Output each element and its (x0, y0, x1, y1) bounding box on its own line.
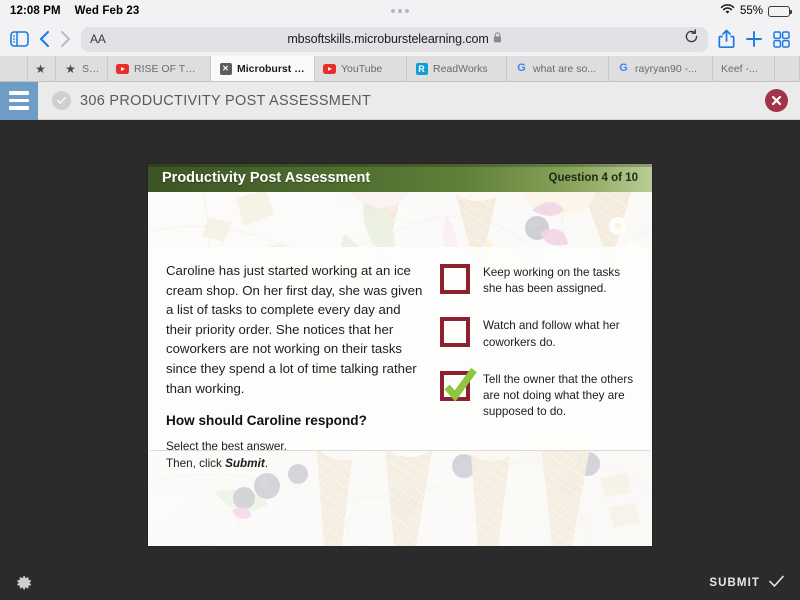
tab-item-search[interactable]: G what are so... (507, 56, 609, 81)
status-time: 12:08 PM (10, 5, 61, 17)
gear-icon[interactable] (16, 574, 33, 591)
battery-percent: 55% (739, 5, 763, 17)
chevron-right-icon (60, 30, 71, 48)
readworks-icon: R (415, 62, 428, 75)
tab-item-microburst[interactable]: ✕ Microburst L... (211, 56, 315, 81)
tab-overview-icon[interactable] (773, 30, 790, 48)
status-date: Wed Feb 23 (74, 5, 140, 17)
question-column: Caroline has just started working at an … (166, 261, 434, 470)
course-stage: Productivity Post Assessment Question 4 … (0, 120, 800, 561)
microburst-icon: ✕ (219, 62, 232, 75)
browser-toolbar: AA mbsoftskills.microburstelearning.com (0, 22, 800, 56)
tab-item[interactable]: ★ (28, 56, 56, 81)
answer-option-1[interactable]: Keep working on the tasks she has been a… (440, 264, 634, 297)
tab-item[interactable]: ★ Star (56, 56, 108, 81)
tab-label: Microburst L... (237, 62, 306, 75)
slide-header: Productivity Post Assessment Question 4 … (148, 164, 652, 192)
google-icon: G (619, 62, 628, 74)
tab-bar: ★ ★ Star RISE OF THE... ✕ Microburst L..… (0, 56, 800, 82)
slide-title: Productivity Post Assessment (162, 170, 371, 186)
page-title: 306 PRODUCTIVITY POST ASSESSMENT (80, 92, 372, 109)
google-icon: G (517, 62, 526, 74)
tab-label: Star (82, 62, 99, 75)
reload-icon[interactable] (684, 29, 699, 49)
tab-item-readworks[interactable]: R ReadWorks (407, 56, 507, 81)
tab-item-rise-of-the[interactable]: RISE OF THE... (108, 56, 211, 81)
answer-option-2[interactable]: Watch and follow what her coworkers do. (440, 317, 634, 350)
address-bar[interactable]: AA mbsoftskills.microburstelearning.com (81, 26, 708, 52)
instruction-prefix: Then, click (166, 456, 226, 470)
share-icon[interactable] (718, 29, 735, 49)
tab-label: rayryan90 -... (635, 62, 697, 75)
question-prompt: How should Caroline respond? (166, 413, 367, 429)
question-body: Caroline has just started working at an … (166, 263, 423, 396)
question-card: Caroline has just started working at an … (150, 247, 650, 470)
tab-item[interactable] (775, 56, 800, 81)
answer-option-label: Watch and follow what her coworkers do. (483, 319, 620, 349)
chevron-left-icon[interactable] (39, 30, 50, 48)
tab-item-keef[interactable]: Keef -... (713, 56, 775, 81)
sidebar-icon[interactable] (10, 31, 29, 47)
player-bottom-bar: SUBMIT (0, 561, 800, 600)
star-icon: ★ (35, 61, 46, 76)
battery-icon (768, 5, 792, 17)
plus-icon[interactable] (745, 30, 763, 48)
address-bar-content: mbsoftskills.microburstelearning.com (81, 30, 708, 48)
instruction-suffix: . (264, 456, 268, 470)
status-right-cluster: 55% (720, 4, 792, 18)
instruction-line-1: Select the best answer. (166, 440, 287, 454)
checkmark-icon (769, 575, 784, 591)
hamburger-menu-icon[interactable] (0, 81, 38, 120)
answer-option-label: Keep working on the tasks she has been a… (483, 266, 621, 296)
tab-label: what are so... (533, 62, 597, 75)
tab-item-rayryan90[interactable]: G rayryan90 -... (609, 56, 713, 81)
checkbox-unchecked-icon[interactable] (440, 317, 470, 348)
text-size-button[interactable]: AA (90, 32, 106, 46)
youtube-icon (323, 62, 336, 75)
tab-label: YouTube (341, 62, 383, 75)
status-dots-indicator (391, 9, 409, 13)
question-counter: Question 4 of 10 (548, 172, 638, 184)
submit-word: Submit (225, 456, 265, 470)
assessment-slide: Productivity Post Assessment Question 4 … (148, 164, 652, 546)
tab-item-youtube[interactable]: YouTube (315, 56, 407, 81)
check-circle-icon (52, 91, 71, 110)
instruction-line-2: Then, click Submit. (166, 456, 424, 473)
green-checkmark-icon (440, 363, 480, 403)
close-circle-icon[interactable] (765, 89, 788, 112)
course-header: 306 PRODUCTIVITY POST ASSESSMENT (0, 81, 800, 120)
tab-item[interactable] (0, 56, 28, 81)
answer-option-label: Tell the owner that the others are not d… (483, 372, 634, 419)
tab-label: ReadWorks (433, 62, 488, 75)
question-instructions: Select the best answer. Then, click Subm… (166, 439, 424, 472)
submit-button[interactable]: SUBMIT (709, 575, 784, 591)
youtube-icon (116, 62, 129, 75)
answer-choices: Keep working on the tasks she has been a… (434, 261, 634, 440)
star-icon: ★ (65, 61, 76, 76)
tab-label: Keef -... (721, 62, 758, 75)
tab-label: RISE OF THE... (134, 62, 202, 75)
lock-icon (493, 30, 502, 48)
ios-status-bar: 12:08 PM Wed Feb 23 55% (0, 0, 800, 22)
wifi-icon (720, 4, 735, 18)
checkbox-checked-icon[interactable] (440, 367, 477, 402)
answer-option-3[interactable]: Tell the owner that the others are not d… (440, 367, 634, 421)
checkbox-unchecked-icon[interactable] (440, 264, 470, 294)
url-text: mbsoftskills.microburstelearning.com (287, 32, 489, 46)
submit-label: SUBMIT (709, 576, 760, 589)
